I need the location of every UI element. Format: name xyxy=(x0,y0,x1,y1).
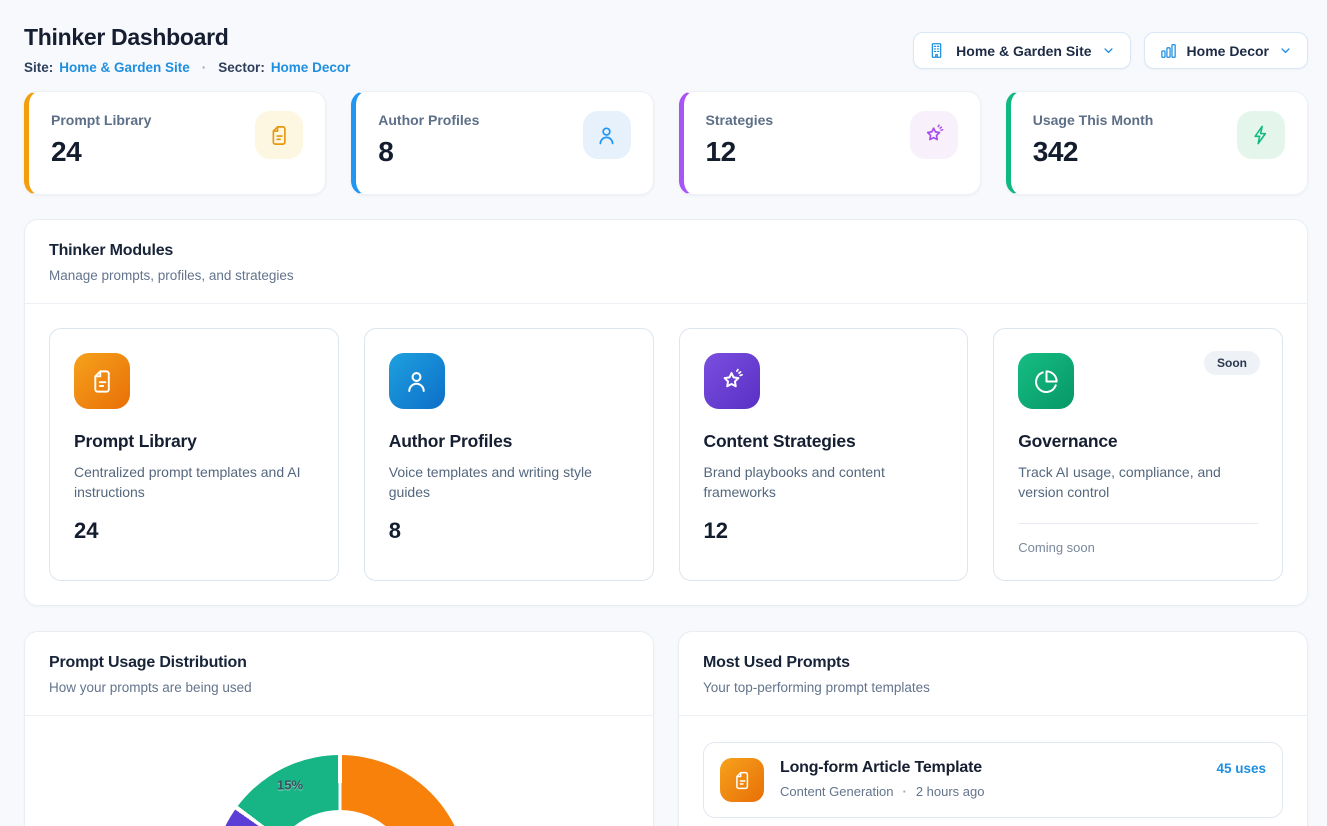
module-card-author-profiles[interactable]: Author Profiles Voice templates and writ… xyxy=(364,328,654,581)
stat-card-strategies: Strategies 12 xyxy=(679,91,981,195)
bar-chart-icon xyxy=(1159,41,1178,60)
prompt-item-title: Long-form Article Template xyxy=(780,759,1200,777)
module-card-prompt-library[interactable]: Prompt Library Centralized prompt templa… xyxy=(49,328,339,581)
stat-card-usage: Usage This Month 342 xyxy=(1006,91,1308,195)
usage-card-header: Prompt Usage Distribution How your promp… xyxy=(25,632,653,715)
site-link[interactable]: Home & Garden Site xyxy=(59,60,190,75)
prompts-card-header: Most Used Prompts Your top-performing pr… xyxy=(679,632,1307,715)
modules-panel-header: Thinker Modules Manage prompts, profiles… xyxy=(25,220,1307,303)
prompt-usage-card: Prompt Usage Distribution How your promp… xyxy=(24,631,654,826)
prompt-list-item[interactable]: Long-form Article Template Content Gener… xyxy=(703,742,1283,818)
prompt-item-main: Long-form Article Template Content Gener… xyxy=(780,758,1200,799)
coming-soon-text: Coming soon xyxy=(1018,540,1258,555)
dashboard-page: Thinker Dashboard Site: Home & Garden Si… xyxy=(0,0,1327,826)
prompt-item-time: 2 hours ago xyxy=(916,784,985,799)
modules-section-title: Thinker Modules xyxy=(49,242,1283,260)
site-label: Site: xyxy=(24,60,53,75)
module-description: Centralized prompt templates and AI inst… xyxy=(74,462,314,503)
prompts-card-subtitle: Your top-performing prompt templates xyxy=(703,680,1283,695)
module-card-content-strategies[interactable]: Content Strategies Brand playbooks and c… xyxy=(679,328,969,581)
module-description: Track AI usage, compliance, and version … xyxy=(1018,462,1258,503)
modules-grid: Prompt Library Centralized prompt templa… xyxy=(25,304,1307,605)
module-count: 12 xyxy=(704,518,944,544)
site-dropdown[interactable]: Home & Garden Site xyxy=(913,32,1130,69)
person-icon xyxy=(389,353,445,409)
person-icon xyxy=(583,111,631,159)
usage-card-title: Prompt Usage Distribution xyxy=(49,654,629,672)
module-count: 8 xyxy=(389,518,629,544)
module-title: Author Profiles xyxy=(389,431,629,452)
page-header: Thinker Dashboard Site: Home & Garden Si… xyxy=(24,24,1308,75)
sector-label: Sector: xyxy=(218,60,265,75)
module-card-governance: Soon Governance Track AI usage, complian… xyxy=(993,328,1283,581)
stat-card-prompt-library: Prompt Library 24 xyxy=(24,91,326,195)
module-count: 24 xyxy=(74,518,314,544)
divider xyxy=(679,715,1307,716)
module-title: Content Strategies xyxy=(704,431,944,452)
chevron-down-icon xyxy=(1278,43,1293,58)
pie-chart-icon xyxy=(1018,353,1074,409)
sector-dropdown[interactable]: Home Decor xyxy=(1144,32,1308,69)
file-icon xyxy=(255,111,303,159)
file-icon xyxy=(720,758,764,802)
module-title: Governance xyxy=(1018,431,1258,452)
module-description: Brand playbooks and content frameworks xyxy=(704,462,944,503)
thinker-modules-panel: Thinker Modules Manage prompts, profiles… xyxy=(24,219,1308,606)
donut-slice-label: 15% xyxy=(277,777,303,792)
sparkle-star-icon xyxy=(910,111,958,159)
file-icon xyxy=(74,353,130,409)
chevron-down-icon xyxy=(1101,43,1116,58)
module-description: Voice templates and writing style guides xyxy=(389,462,629,503)
prompt-item-uses-badge: 45 uses xyxy=(1216,761,1266,776)
usage-card-subtitle: How your prompts are being used xyxy=(49,680,629,695)
modules-section-subtitle: Manage prompts, profiles, and strategies xyxy=(49,268,1283,283)
stats-row: Prompt Library 24 Author Profiles 8 Stra… xyxy=(24,91,1308,195)
sector-link[interactable]: Home Decor xyxy=(271,60,351,75)
donut-chart: 15% xyxy=(25,716,653,826)
site-dropdown-label: Home & Garden Site xyxy=(956,43,1091,59)
module-title: Prompt Library xyxy=(74,431,314,452)
breadcrumb-separator: · xyxy=(202,60,207,75)
bottom-row: Prompt Usage Distribution How your promp… xyxy=(24,631,1308,826)
prompt-item-category: Content Generation xyxy=(780,784,893,799)
header-actions: Home & Garden Site Home Decor xyxy=(913,32,1308,69)
building-icon xyxy=(928,41,947,60)
bolt-icon xyxy=(1237,111,1285,159)
sparkle-star-icon xyxy=(704,353,760,409)
sector-dropdown-label: Home Decor xyxy=(1187,43,1269,59)
soon-badge: Soon xyxy=(1204,351,1260,375)
meta-separator: · xyxy=(902,784,906,799)
most-used-prompts-card: Most Used Prompts Your top-performing pr… xyxy=(678,631,1308,826)
stat-card-author-profiles: Author Profiles 8 xyxy=(351,91,653,195)
prompt-item-meta: Content Generation · 2 hours ago xyxy=(780,784,1200,799)
divider xyxy=(1018,523,1258,524)
prompts-card-title: Most Used Prompts xyxy=(703,654,1283,672)
